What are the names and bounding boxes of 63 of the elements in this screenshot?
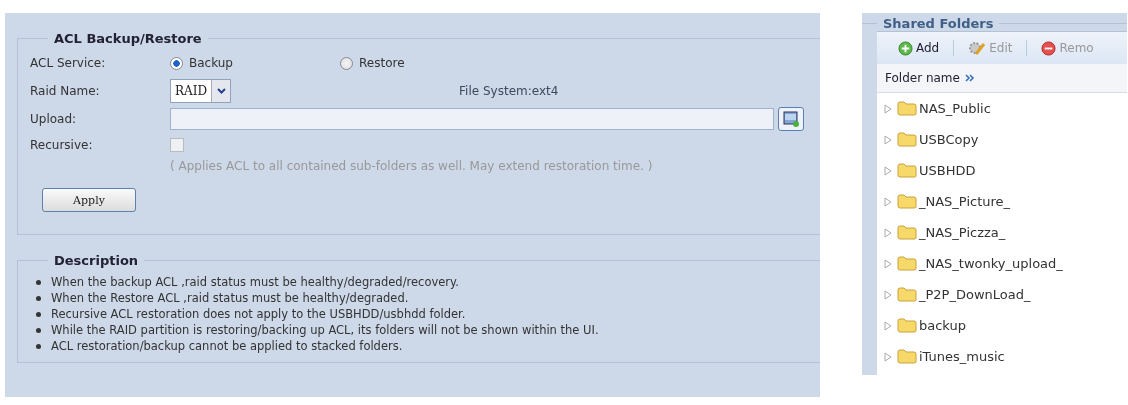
folder-icon [897,132,917,147]
raid-dropdown[interactable]: RAID [170,79,232,103]
folder-name[interactable]: iTunes_music [919,349,1005,364]
folder-name[interactable]: USBCopy [919,132,979,147]
dropdown-button[interactable] [211,80,231,102]
folder-icon [897,318,917,333]
radio-option[interactable]: Backup [170,56,340,70]
folder-icon [897,287,917,302]
plus-icon [898,40,913,56]
gear-pencil-icon [968,40,987,56]
description-item: Recursive ACL restoration does not apply to the USBHDD/usbhdd folder. [51,306,466,322]
browse-button[interactable] [778,107,804,131]
chevron-down-icon [216,88,226,94]
description-item: When the Restore ACL ,raid status must be healthy/degraded. [51,290,409,306]
folder-name[interactable]: _NAS_Picture_ [919,194,1011,209]
apply-button[interactable]: Apply [42,188,136,212]
section-title: Description [53,253,140,268]
folder-name[interactable]: _NAS_twonky_upload_ [919,256,1063,271]
folder-icon [897,349,917,364]
expand-arrow-icon[interactable] [884,165,892,176]
minus-icon [1041,40,1057,56]
radio-icon[interactable] [170,56,183,70]
folder-icon [897,225,917,240]
folder-name[interactable]: _P2P_DownLoad_ [919,287,1031,302]
description-item: When the backup ACL ,raid status must be healthy/degraded/recovery. [51,274,459,290]
file-system-text: File System:ext4 [459,84,559,98]
expand-arrow-icon[interactable] [884,258,892,269]
expand-arrow-icon[interactable] [884,196,892,207]
folder-icon [897,256,917,271]
radio-option[interactable]: Restore [340,56,510,70]
add-button[interactable]: Add [894,40,944,56]
upload-field[interactable] [170,108,774,130]
field-label: Recursive: [30,138,94,152]
section-title: ACL Backup/Restore [53,31,203,46]
expand-arrow-icon[interactable] [884,103,892,114]
bullet-icon [36,343,41,349]
panel-title: Shared Folders [882,16,995,31]
folder-icon [897,194,917,209]
folder-name[interactable]: _NAS_Piczza_ [919,225,1006,240]
bullet-icon [36,327,41,333]
description-item: ACL restoration/backup cannot be applied to stacked folders. [51,338,403,354]
folder-icon [897,101,917,116]
window-plus-icon [783,111,799,127]
folder-name[interactable]: NAS_Public [919,101,991,116]
double-chevron-icon[interactable] [964,74,975,82]
folder-name[interactable]: backup [919,318,966,333]
expand-arrow-icon[interactable] [884,227,892,238]
folder-name[interactable]: USBHDD [919,163,976,178]
expand-arrow-icon[interactable] [884,320,892,331]
field-label: Upload: [30,112,78,126]
bullet-icon [36,279,41,285]
field-label: Raid Name: [30,84,101,98]
bullet-icon [36,295,41,301]
field-label: ACL Service: [30,56,107,70]
description-item: While the RAID partition is restoring/backing up ACL, its folders will not be shown within the UI. [51,322,599,338]
radio-icon[interactable] [340,56,353,70]
column-header[interactable]: Folder name [877,64,1127,93]
expand-arrow-icon[interactable] [884,351,892,362]
hint-text: ( Applies ACL to all contained sub-folders as well. May extend restoration time. ) [170,159,653,173]
expand-arrow-icon[interactable] [884,289,892,300]
expand-arrow-icon[interactable] [884,134,892,145]
bullet-icon [36,311,41,317]
folder-icon [897,163,917,178]
